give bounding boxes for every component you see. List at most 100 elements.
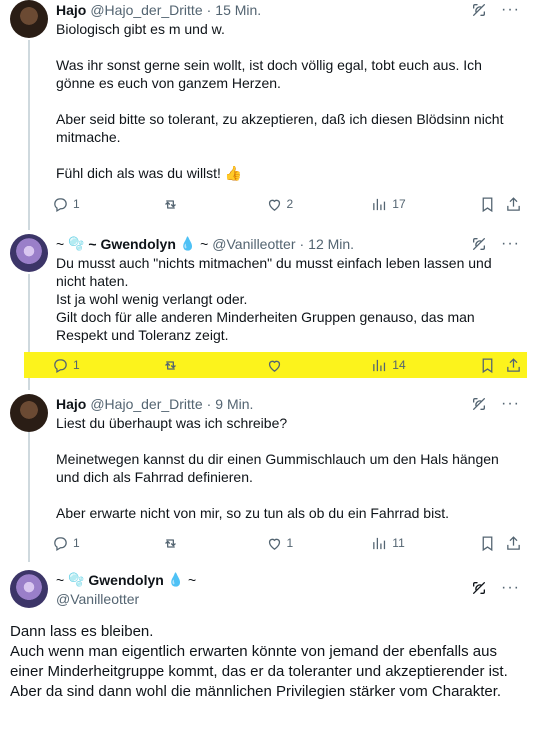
separator: · <box>206 2 212 18</box>
bookmark-button[interactable] <box>479 196 505 213</box>
more-options-icon[interactable]: ··· <box>501 580 520 596</box>
line: Dann lass es bleiben. <box>10 623 154 640</box>
avatar[interactable] <box>10 570 48 608</box>
like-icon <box>268 199 280 211</box>
bubbles-emoji: 🫧 <box>68 236 85 251</box>
action-bar: 1 2 17 <box>52 191 522 217</box>
repost-button[interactable] <box>162 357 266 374</box>
reply-count: 1 <box>73 358 80 372</box>
tweet-text: Dann lass es bleiben. Auch wenn man eige… <box>10 622 530 702</box>
views-button[interactable]: 11 <box>371 535 479 552</box>
author-name[interactable]: ~ Gwendolyn <box>88 236 176 252</box>
views-button[interactable]: 14 <box>371 357 479 374</box>
tweet-text: Du musst auch "nichts mitmachen" du muss… <box>56 254 524 344</box>
author-name[interactable]: Hajo <box>56 396 86 412</box>
name-prefix: ~ <box>56 236 65 252</box>
name-prefix: ~ <box>56 572 65 588</box>
reply-icon <box>54 358 67 373</box>
droplet-emoji: 💧 <box>179 236 197 251</box>
name-suffix: ~ <box>188 572 197 588</box>
timestamp[interactable]: 9 Min. <box>215 396 253 412</box>
thread-connector <box>28 40 30 230</box>
tweet-text: Biologisch gibt es m und w. Was ihr sons… <box>56 20 524 182</box>
reply-count: 1 <box>73 197 80 211</box>
views-button[interactable]: 17 <box>371 196 479 213</box>
separator: · <box>206 396 212 412</box>
like-icon <box>268 360 280 372</box>
repost-icon <box>164 538 176 548</box>
name-suffix: ~ <box>200 236 209 252</box>
bookmark-icon <box>482 196 493 212</box>
paragraph: Aber erwarte nicht von mir, so zu tun al… <box>56 505 449 521</box>
more-options-icon[interactable]: ··· <box>501 2 520 18</box>
like-button[interactable]: 2 <box>266 196 372 213</box>
author-handle[interactable]: @Vanilleotter <box>212 236 295 252</box>
views-icon <box>373 198 386 210</box>
like-button[interactable]: 1 <box>266 535 372 552</box>
view-count: 17 <box>392 197 406 211</box>
share-button[interactable] <box>505 357 522 374</box>
reply-button[interactable]: 1 <box>52 535 162 552</box>
tweet-header: Hajo @Hajo_der_Dritte · 15 Min. <box>56 0 261 20</box>
view-count: 11 <box>392 536 405 550</box>
repost-icon <box>164 360 176 370</box>
share-icon <box>507 357 520 372</box>
paragraph: Fühl dich als was du willst! 👍 <box>56 164 524 182</box>
more-options-icon[interactable]: ··· <box>501 396 520 412</box>
like-icon <box>268 538 280 550</box>
reply-button[interactable]: 1 <box>52 357 162 374</box>
line: Gilt doch für alle anderen Minderheiten … <box>56 309 475 343</box>
bookmark-button[interactable] <box>479 357 505 374</box>
line: Ist ja wohl wenig verlangt oder. <box>56 291 248 307</box>
share-icon <box>507 535 520 550</box>
more-options-icon[interactable]: ··· <box>501 236 520 252</box>
author-name[interactable]: Hajo <box>56 2 86 18</box>
tweet-header: ~ 🫧 Gwendolyn 💧 ~ <box>56 570 196 590</box>
paragraph: Meinetwegen kannst du dir einen Gummisch… <box>56 451 499 485</box>
share-button[interactable] <box>505 535 522 552</box>
share-button[interactable] <box>505 196 522 213</box>
like-count: 1 <box>286 536 294 550</box>
avatar[interactable] <box>10 234 48 272</box>
views-icon <box>373 537 386 549</box>
tweet-header: Hajo @Hajo_der_Dritte · 9 Min. <box>56 394 253 414</box>
line: Auch wenn man eigentlich erwarten könnte… <box>10 643 508 680</box>
bookmark-button[interactable] <box>479 535 505 552</box>
paragraph: Liest du überhaupt was ich schreibe? <box>56 415 288 431</box>
avatar[interactable] <box>10 0 48 38</box>
bookmark-icon <box>482 357 493 373</box>
grok-icon[interactable] <box>471 236 487 252</box>
author-name[interactable]: Gwendolyn <box>88 572 163 588</box>
share-icon <box>507 196 520 211</box>
reply-button[interactable]: 1 <box>52 196 162 213</box>
like-count: 2 <box>286 197 294 211</box>
action-bar: 1 1 11 <box>52 530 522 556</box>
tweet-header: ~ 🫧 ~ Gwendolyn 💧 ~ @Vanilleotter · 12 M… <box>56 234 354 254</box>
tweet-text: Liest du überhaupt was ich schreibe? Mei… <box>56 414 524 522</box>
author-handle[interactable]: @Vanilleotter <box>56 591 139 607</box>
paragraph: Biologisch gibt es m und w. <box>56 21 225 37</box>
reply-count: 1 <box>73 536 80 550</box>
timestamp[interactable]: 12 Min. <box>308 236 354 252</box>
avatar[interactable] <box>10 394 48 432</box>
droplet-emoji: 💧 <box>167 572 185 587</box>
view-count: 14 <box>392 358 406 372</box>
grok-icon[interactable] <box>471 580 487 596</box>
separator: · <box>299 236 305 252</box>
thumbs-up-emoji: 👍 <box>224 165 243 181</box>
author-handle[interactable]: @Hajo_der_Dritte <box>90 2 202 18</box>
bubbles-emoji: 🫧 <box>68 572 85 587</box>
timestamp[interactable]: 15 Min. <box>215 2 261 18</box>
author-handle[interactable]: @Hajo_der_Dritte <box>90 396 202 412</box>
repost-icon <box>164 199 176 209</box>
grok-icon[interactable] <box>471 396 487 412</box>
handle-row: @Vanilleotter <box>56 589 139 609</box>
repost-button[interactable] <box>162 535 266 552</box>
bookmark-icon <box>482 535 493 551</box>
grok-icon[interactable] <box>471 2 487 18</box>
repost-button[interactable] <box>162 196 266 213</box>
like-button[interactable] <box>266 357 372 374</box>
line: Aber da sind dann wohl die männlichen Pr… <box>10 683 502 700</box>
paragraph-text: Fühl dich als was du willst! <box>56 165 221 181</box>
line: Du musst auch "nichts mitmachen" du muss… <box>56 255 492 289</box>
